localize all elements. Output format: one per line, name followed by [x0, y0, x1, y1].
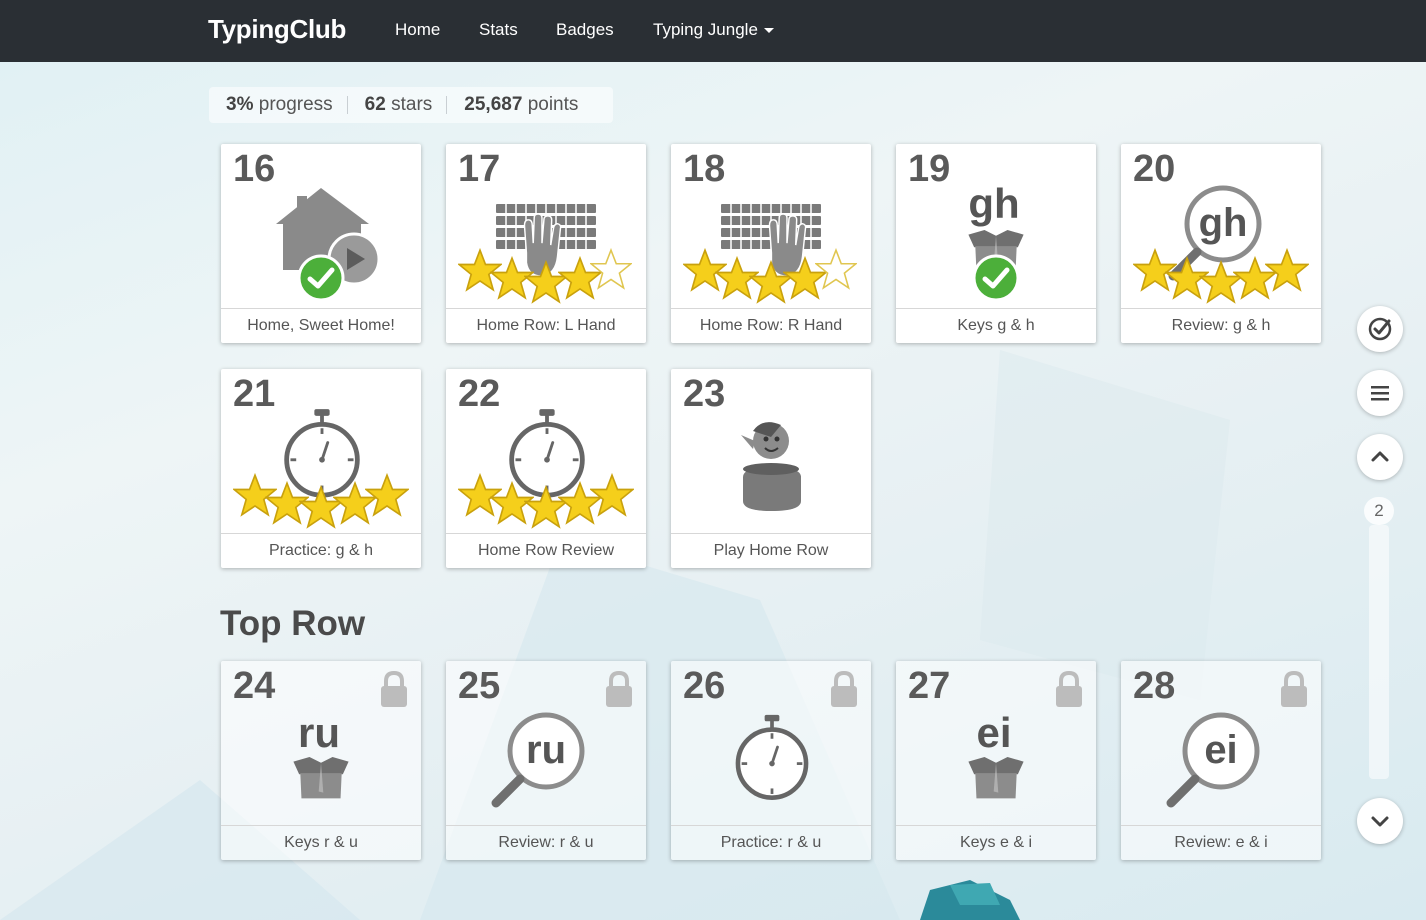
lesson-card-16[interactable]: 16 Home, Sweet Home! — [221, 144, 421, 343]
lesson-title: Keys e & i — [896, 825, 1096, 860]
scroll-down-button[interactable] — [1357, 798, 1403, 844]
keyboard-right-hand-icon — [683, 204, 857, 303]
page-indicator: 2 — [1364, 497, 1394, 525]
magnifier-key-letters: ru — [526, 728, 566, 772]
progress-value: 3% — [226, 94, 254, 115]
keyboard-left-hand-icon — [458, 204, 632, 303]
box-key-letters: ei — [976, 709, 1011, 756]
progress-stats: 3% progress 62 stars 25,687 points — [209, 87, 613, 123]
lesson-card-22[interactable]: 22 Home Row Review — [446, 369, 646, 568]
points-value: 25,687 — [464, 94, 523, 115]
check-circle-icon — [1368, 317, 1392, 341]
stars-value: 62 — [364, 94, 386, 115]
box-keys-icon: ei — [968, 709, 1024, 799]
lesson-title: Review: e & i — [1121, 825, 1321, 860]
scroll-up-button[interactable] — [1357, 434, 1403, 480]
stopwatch-icon — [671, 661, 871, 826]
magnifier-keys-icon: ei — [1121, 661, 1321, 826]
lesson-card-23[interactable]: 23 Play Home Row — [671, 369, 871, 568]
game-character-icon — [741, 422, 801, 511]
nav-stats-link[interactable]: Stats — [479, 20, 518, 40]
lesson-card-20[interactable]: 20 gh Review: g & h — [1121, 144, 1321, 343]
progress-stat: 3% progress — [209, 94, 347, 116]
magnifier-key-letters: gh — [1199, 201, 1248, 245]
points-stat: 25,687 points — [447, 94, 592, 116]
lesson-title: Keys g & h — [896, 308, 1096, 343]
magnifier-keys-icon: ru — [446, 661, 646, 826]
stopwatch-icon — [233, 369, 409, 528]
magnifier-keys-icon: gh — [1133, 144, 1309, 303]
box-keys-icon: gh — [968, 180, 1024, 309]
stopwatch-icon — [458, 369, 634, 528]
lesson-title: Review: g & h — [1121, 308, 1321, 343]
nav-home-link[interactable]: Home — [395, 20, 440, 40]
lesson-title: Keys r & u — [221, 825, 421, 860]
brand-logo[interactable]: TypingClub — [208, 14, 346, 45]
points-label: points — [527, 94, 579, 115]
lesson-card-26[interactable]: 26 Practice: r & u — [671, 661, 871, 860]
menu-button[interactable] — [1357, 370, 1403, 416]
stars-stat: 62 stars — [348, 94, 447, 116]
lesson-title: Home, Sweet Home! — [221, 308, 421, 343]
house-play-icon — [276, 188, 381, 309]
section-title-top-row: Top Row — [220, 604, 366, 643]
lesson-title: Play Home Row — [671, 533, 871, 568]
lesson-title: Practice: r & u — [671, 825, 871, 860]
hamburger-menu-icon — [1371, 386, 1389, 401]
chevron-up-icon — [1371, 451, 1389, 462]
lesson-card-17[interactable]: 17 Home Row: L Hand — [446, 144, 646, 343]
page-scroll-track[interactable] — [1369, 525, 1389, 779]
lesson-card-18[interactable]: 18 Home Row: R Hand — [671, 144, 871, 343]
box-keys-icon: ru — [293, 709, 349, 799]
lesson-title: Home Row Review — [446, 533, 646, 568]
nav-typing-jungle-dropdown[interactable]: Typing Jungle — [653, 20, 774, 40]
lesson-title: Home Row: R Hand — [671, 308, 871, 343]
nav-typing-jungle-label: Typing Jungle — [653, 20, 758, 39]
box-key-letters: gh — [968, 180, 1019, 227]
lesson-card-28[interactable]: 28 ei Review: e & i — [1121, 661, 1321, 860]
lesson-title: Home Row: L Hand — [446, 308, 646, 343]
top-navbar: TypingClub Home Stats Badges Typing Jung… — [0, 0, 1426, 62]
lesson-title: Review: r & u — [446, 825, 646, 860]
box-key-letters: ru — [298, 709, 340, 756]
lesson-card-19[interactable]: 19 gh Keys g & h — [896, 144, 1096, 343]
magnifier-key-letters: ei — [1204, 728, 1237, 772]
progress-label: progress — [258, 94, 333, 115]
lesson-card-24[interactable]: 24 ru Keys r & u — [221, 661, 421, 860]
stars-label: stars — [391, 94, 433, 115]
lesson-card-21[interactable]: 21 Practice: g & h — [221, 369, 421, 568]
nav-badges-link[interactable]: Badges — [556, 20, 614, 40]
chevron-down-icon — [1371, 816, 1389, 827]
lesson-card-25[interactable]: 25 ru Review: r & u — [446, 661, 646, 860]
progress-check-button[interactable] — [1357, 306, 1403, 352]
lesson-title: Practice: g & h — [221, 533, 421, 568]
chevron-down-icon — [763, 28, 774, 34]
lesson-card-27[interactable]: 27 ei Keys e & i — [896, 661, 1096, 860]
